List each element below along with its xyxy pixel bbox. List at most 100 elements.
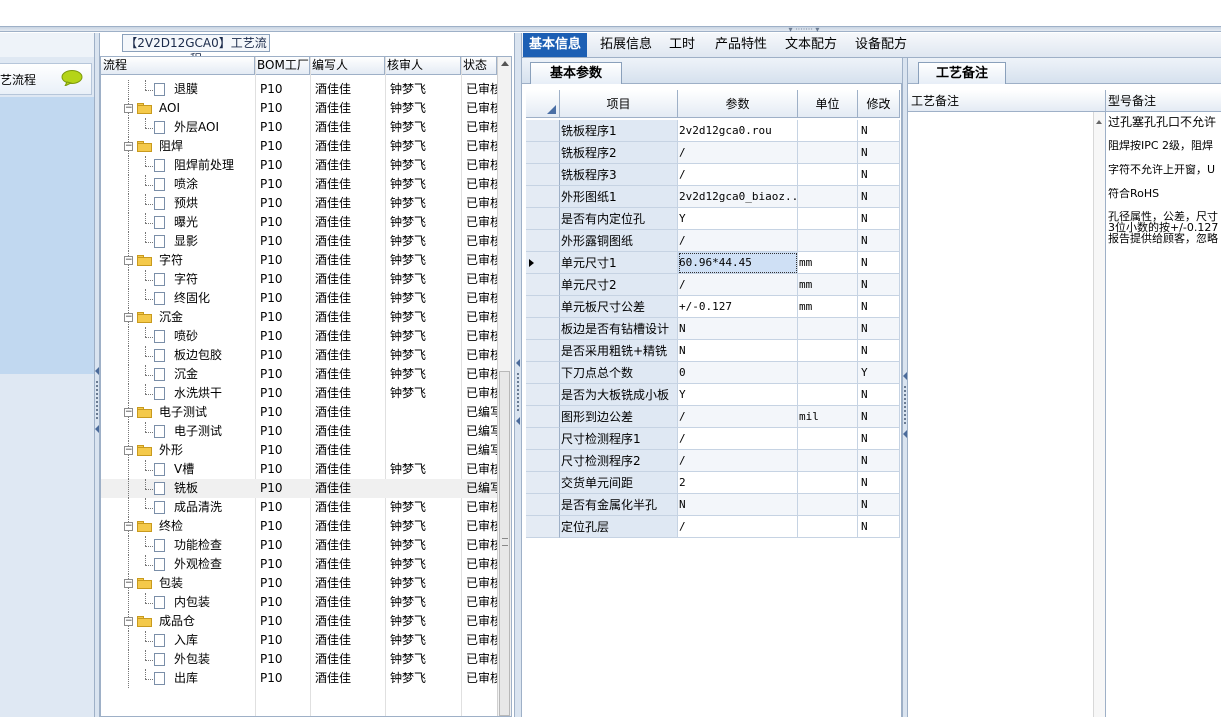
collapse-left-icon[interactable] [95,367,99,375]
col-header-item[interactable]: 项目 [560,90,678,118]
param-row[interactable]: 单元尺寸1 60.96*44.45 mm N [526,252,900,274]
param-value[interactable]: N [678,340,798,362]
row-indicator[interactable] [526,318,560,340]
row-indicator[interactable] [526,428,560,450]
process-tree-grid[interactable]: 流程 BOM工厂 编写人 核审人 状态 退膜P10酒佳佳钟梦飞已审核−AOIP1… [100,56,512,717]
tree-row[interactable]: − 外形 P10 酒佳佳 已编写 [101,441,499,460]
row-indicator[interactable] [526,164,560,186]
param-unit[interactable] [798,164,858,186]
tab-process-notes[interactable]: 工艺备注 [918,62,1006,84]
param-modify[interactable]: N [858,120,900,142]
param-value[interactable]: / [678,406,798,428]
param-modify[interactable]: N [858,494,900,516]
param-value[interactable]: 2v2d12gca0.rou [678,120,798,142]
tree-row[interactable]: 功能检查 P10 酒佳佳 钟梦飞 已审核 [101,536,499,555]
tree-row[interactable]: 电子测试 P10 酒佳佳 已编写 [101,422,499,441]
row-indicator[interactable] [526,296,560,318]
tree-row[interactable]: 铣板 P10 酒佳佳 已编写 [101,479,499,498]
collapse-right-icon[interactable] [903,372,907,380]
param-modify[interactable]: N [858,318,900,340]
row-indicator[interactable] [526,340,560,362]
collapse-toggle-icon[interactable]: − [124,313,133,322]
tab-work-hours[interactable]: 工时 [663,33,701,57]
basic-params-grid[interactable]: 项目 参数 单位 修改 铣板程序1 2v2d12gca0.rou N 铣板程序2/N 铣… [526,90,900,538]
param-unit[interactable] [798,142,858,164]
param-modify[interactable]: N [858,164,900,186]
tab-extended-info[interactable]: 拓展信息 [594,33,658,57]
tree-row[interactable]: − 电子测试 P10 酒佳佳 已编写 [101,403,499,422]
param-row[interactable]: 尺寸检测程序1/ N [526,428,900,450]
tree-row[interactable]: 外观检查 P10 酒佳佳 钟梦飞 已审核 [101,555,499,574]
param-modify[interactable]: N [858,406,900,428]
tab-basic-info[interactable]: 基本信息 [523,33,588,57]
param-value[interactable]: Y [678,208,798,230]
row-indicator[interactable] [526,230,560,252]
param-unit[interactable] [798,208,858,230]
param-item[interactable]: 下刀点总个数 [560,362,678,384]
param-unit[interactable]: mm [798,296,858,318]
top-divider[interactable] [0,26,1221,32]
tree-row[interactable]: 沉金 P10 酒佳佳 钟梦飞 已审核 [101,365,499,384]
collapse-toggle-icon[interactable]: − [124,256,133,265]
param-unit[interactable]: mil [798,406,858,428]
param-unit[interactable] [798,230,858,252]
tree-row[interactable]: 板边包胶 P10 酒佳佳 钟梦飞 已审核 [101,346,499,365]
param-unit[interactable] [798,494,858,516]
tree-row[interactable]: 曝光 P10 酒佳佳 钟梦飞 已审核 [101,213,499,232]
param-value[interactable]: 0 [678,362,798,384]
collapse-right-icon-2[interactable] [903,430,907,438]
param-item[interactable]: 是否有内定位孔 [560,208,678,230]
scroll-up-icon[interactable] [501,61,509,66]
col-header-unit[interactable]: 单位 [798,90,858,118]
row-indicator[interactable] [526,516,560,538]
param-value[interactable]: 60.96*44.45 [678,252,798,274]
param-unit[interactable] [798,516,858,538]
param-row[interactable]: 板边是否有钻槽设计 N N [526,318,900,340]
row-indicator[interactable] [526,494,560,516]
param-modify[interactable]: N [858,428,900,450]
param-modify[interactable]: N [858,230,900,252]
tree-row[interactable]: 终固化 P10 酒佳佳 钟梦飞 已审核 [101,289,499,308]
col-header-status[interactable]: 状态 [461,57,497,74]
middle-splitter[interactable] [514,33,522,717]
collapse-toggle-icon[interactable]: − [124,579,133,588]
tree-row[interactable]: 喷砂 P10 酒佳佳 钟梦飞 已审核 [101,327,499,346]
param-row[interactable]: 单元板尺寸公差 +/-0.127 mm N [526,296,900,318]
param-item[interactable]: 板边是否有钻槽设计 [560,318,678,340]
col-header-model-notes[interactable]: 型号备注 [1105,90,1221,112]
param-unit[interactable]: mm [798,274,858,296]
param-unit[interactable]: mm [798,252,858,274]
row-indicator[interactable] [526,384,560,406]
tab-text-recipe[interactable]: 文本配方 [779,33,843,57]
collapse-toggle-icon[interactable]: − [124,104,133,113]
param-value[interactable]: / [678,274,798,296]
collapse-toggle-icon[interactable]: − [124,142,133,151]
param-row[interactable]: 图形到边公差 / mil N [526,406,900,428]
col-header-reviewer[interactable]: 核审人 [385,57,461,74]
tree-row[interactable]: − 沉金 P10 酒佳佳 钟梦飞 已审核 [101,308,499,327]
collapse-toggle-icon[interactable]: − [124,408,133,417]
row-indicator[interactable] [526,186,560,208]
process-notes-scrollbar[interactable] [1093,112,1105,717]
row-indicator[interactable] [526,120,560,142]
param-modify[interactable]: N [858,516,900,538]
param-item[interactable]: 是否为大板铣成小板 [560,384,678,406]
tree-row[interactable]: − 字符 P10 酒佳佳 钟梦飞 已审核 [101,251,499,270]
tree-row[interactable]: − 阻焊 P10 酒佳佳 钟梦飞 已审核 [101,137,499,156]
tree-row[interactable]: 喷涂 P10 酒佳佳 钟梦飞 已审核 [101,175,499,194]
param-row[interactable]: 下刀点总个数 0 Y [526,362,900,384]
collapse-toggle-icon[interactable]: − [124,617,133,626]
tree-row[interactable]: 入库 P10 酒佳佳 钟梦飞 已审核 [101,631,499,650]
param-value[interactable]: / [678,428,798,450]
param-value[interactable]: +/-0.127 [678,296,798,318]
param-modify[interactable]: Y [858,362,900,384]
param-item[interactable]: 是否采用粗铣+精铣 [560,340,678,362]
scroll-up-icon[interactable] [1096,120,1102,124]
param-item[interactable]: 单元尺寸2 [560,274,678,296]
param-value[interactable]: / [678,164,798,186]
param-item[interactable]: 定位孔层 [560,516,678,538]
param-modify[interactable]: N [858,450,900,472]
param-row[interactable]: 外形露铜图纸 / N [526,230,900,252]
collapse-middle-icon[interactable] [516,359,520,367]
param-value[interactable]: / [678,142,798,164]
